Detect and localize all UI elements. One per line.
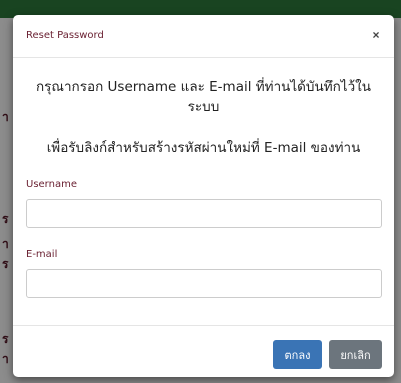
modal-title: Reset Password [26, 30, 104, 41]
modal-header: Reset Password × [13, 15, 394, 58]
instruction-text-2: เพื่อรับลิงก์สำหรับสร้างรหัสผ่านใหม่ที่ … [46, 140, 361, 156]
instruction-text-1: กรุณากรอก Username และ E-mail ที่ท่านได้… [36, 79, 371, 115]
username-label: Username [26, 179, 77, 190]
cancel-button[interactable]: ยกเลิก [329, 340, 382, 369]
modal-footer-divider [13, 325, 394, 326]
email-input[interactable] [26, 269, 382, 298]
username-input[interactable] [26, 199, 382, 228]
email-label: E-mail [26, 249, 58, 260]
ok-button[interactable]: ตกลง [273, 340, 322, 369]
reset-password-modal: Reset Password × กรุณากรอก Username และ … [13, 15, 394, 377]
close-icon[interactable]: × [369, 27, 383, 43]
